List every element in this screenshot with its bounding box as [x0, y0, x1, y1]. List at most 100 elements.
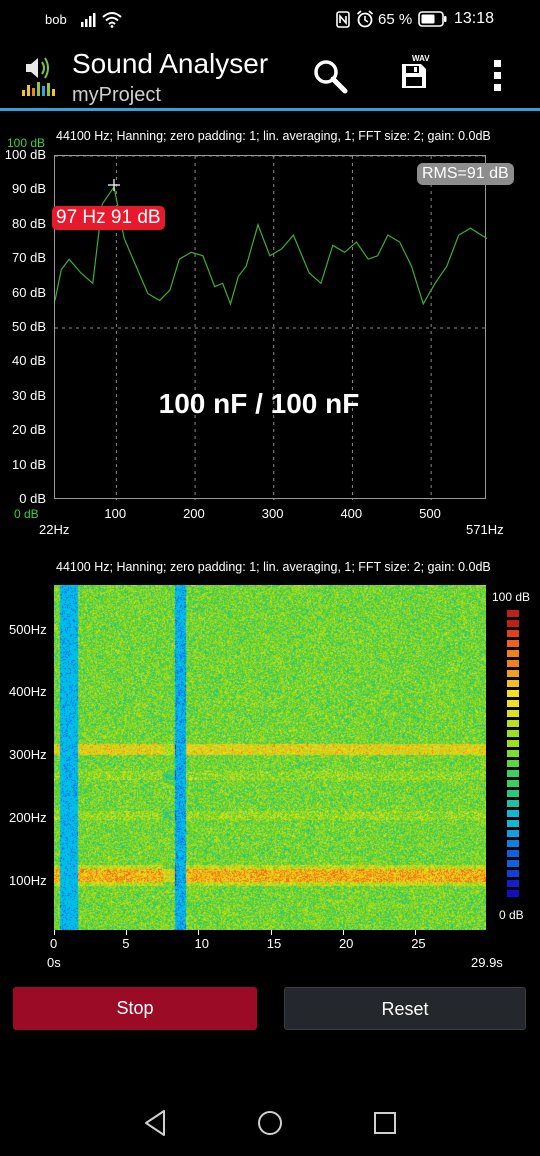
- time-tick-mark: [270, 930, 272, 935]
- time-tick-mark: [415, 930, 417, 935]
- time-tick-label: 20: [338, 936, 354, 951]
- time-tick-label: 0: [50, 936, 58, 951]
- battery-percent: 65 %: [378, 11, 413, 28]
- time-start-label: 0s: [47, 955, 61, 970]
- scale-swatch: [507, 660, 519, 667]
- scale-swatch: [507, 680, 519, 687]
- overlay-text: 100 nF / 100 nF: [158, 388, 360, 419]
- scale-swatch: [507, 880, 519, 887]
- home-icon[interactable]: [256, 1108, 284, 1138]
- scale-swatch: [507, 770, 519, 777]
- spectrum-line: [55, 185, 487, 306]
- scale-swatch: [507, 690, 519, 697]
- scale-swatch: [507, 890, 519, 897]
- y-tick-label: 10 dB: [12, 456, 46, 472]
- time-end-label: 29.9s: [471, 955, 503, 970]
- scale-swatch: [507, 640, 519, 647]
- search-icon[interactable]: [312, 58, 348, 94]
- time-tick-label: 5: [122, 936, 130, 951]
- y-tick-label: 0 dB: [19, 491, 46, 506]
- signal-icon: [81, 13, 96, 27]
- app-bar-divider: [0, 108, 540, 111]
- y-tick-label: 70 dB: [12, 250, 46, 266]
- x-tick-label: 200: [183, 506, 205, 521]
- overflow-menu-icon[interactable]: [492, 58, 504, 94]
- clock: 13:18: [454, 10, 495, 27]
- stop-button[interactable]: Stop: [13, 987, 257, 1030]
- time-tick-label: 15: [266, 936, 282, 951]
- y-tick-label: 30 dB: [12, 387, 46, 403]
- recents-icon[interactable]: [372, 1108, 398, 1138]
- time-tick-mark: [342, 930, 344, 935]
- scale-swatch: [507, 720, 519, 727]
- scale-swatch: [507, 850, 519, 857]
- scale-top-label: 100 dB: [492, 590, 531, 604]
- y-tick-label: 60 dB: [12, 284, 46, 300]
- scale-swatch: [507, 830, 519, 837]
- peak-marker-icon: [108, 179, 120, 191]
- scale-swatch: [507, 790, 519, 797]
- scale-swatch: [507, 810, 519, 817]
- x-tick-label: 100: [104, 506, 127, 521]
- carrier-label: bob: [45, 12, 67, 27]
- rms-badge: RMS=91 dB: [417, 163, 514, 185]
- scale-swatch: [507, 700, 519, 707]
- time-tick-mark: [198, 930, 200, 935]
- scale-swatch: [507, 620, 519, 627]
- back-icon[interactable]: [142, 1108, 168, 1138]
- scale-swatch: [507, 820, 519, 827]
- wifi-icon: [102, 12, 122, 28]
- scale-swatch: [507, 630, 519, 637]
- alarm-icon: [356, 10, 374, 28]
- reset-button[interactable]: Reset: [284, 987, 526, 1030]
- app-bar: Sound Analyser myProject WAV: [0, 40, 540, 110]
- save-wav-button[interactable]: WAV: [398, 54, 434, 94]
- scale-swatch: [507, 860, 519, 867]
- freq-tick-label: 500Hz: [9, 621, 47, 637]
- x-end-label: 571Hz: [466, 522, 504, 537]
- time-tick-mark: [54, 930, 55, 935]
- y-tick-label: 20 dB: [12, 422, 46, 438]
- x-tick-label: 300: [261, 506, 284, 521]
- time-tick-mark: [126, 930, 128, 935]
- y-tick-label: 50 dB: [12, 319, 46, 334]
- spectrum-info: 44100 Hz; Hanning; zero padding: 1; lin.…: [56, 129, 491, 143]
- x-start-label: 22Hz: [39, 522, 70, 537]
- scale-swatch: [507, 870, 519, 877]
- freq-tick-label: 100Hz: [9, 872, 47, 888]
- y-tick-label: 40 dB: [12, 353, 46, 369]
- scale-swatch: [507, 670, 519, 677]
- range-bottom-label: 0 dB: [14, 507, 39, 521]
- spectrogram-canvas: [54, 585, 486, 930]
- spectrogram-plot[interactable]: [54, 585, 486, 930]
- scale-swatch: [507, 740, 519, 747]
- freq-tick-label: 400Hz: [9, 684, 47, 700]
- app-logo-icon: [22, 57, 55, 96]
- status-bar: bob 65 % 13:18: [0, 0, 540, 40]
- nfc-icon: [336, 11, 350, 28]
- scale-swatch: [507, 710, 519, 717]
- x-tick-label: 500: [419, 506, 441, 521]
- save-wav-icon: [402, 64, 426, 88]
- freq-tick-label: 200Hz: [9, 810, 47, 826]
- spectrogram-info: 44100 Hz; Hanning; zero padding: 1; lin.…: [56, 560, 491, 574]
- scale-bottom-label: 0 dB: [499, 908, 524, 922]
- scale-swatch: [507, 730, 519, 737]
- y-tick-label: 90 dB: [12, 181, 46, 197]
- scale-swatch: [507, 610, 519, 617]
- scale-swatch: [507, 780, 519, 787]
- peak-badge: 97 Hz 91 dB: [52, 206, 165, 230]
- battery-icon: [418, 11, 447, 27]
- x-tick-label: 400: [340, 506, 363, 521]
- app-title: Sound Analyser: [72, 48, 269, 79]
- time-tick-label: 25: [411, 936, 426, 951]
- color-scale: [507, 610, 519, 897]
- y-tick-label: 100 dB: [4, 147, 46, 162]
- scale-swatch: [507, 760, 519, 767]
- freq-tick-label: 300Hz: [9, 747, 47, 763]
- time-tick-label: 10: [194, 936, 209, 951]
- scale-swatch: [507, 800, 519, 807]
- scale-swatch: [507, 840, 519, 847]
- scale-swatch: [507, 650, 519, 657]
- project-name: myProject: [72, 84, 161, 106]
